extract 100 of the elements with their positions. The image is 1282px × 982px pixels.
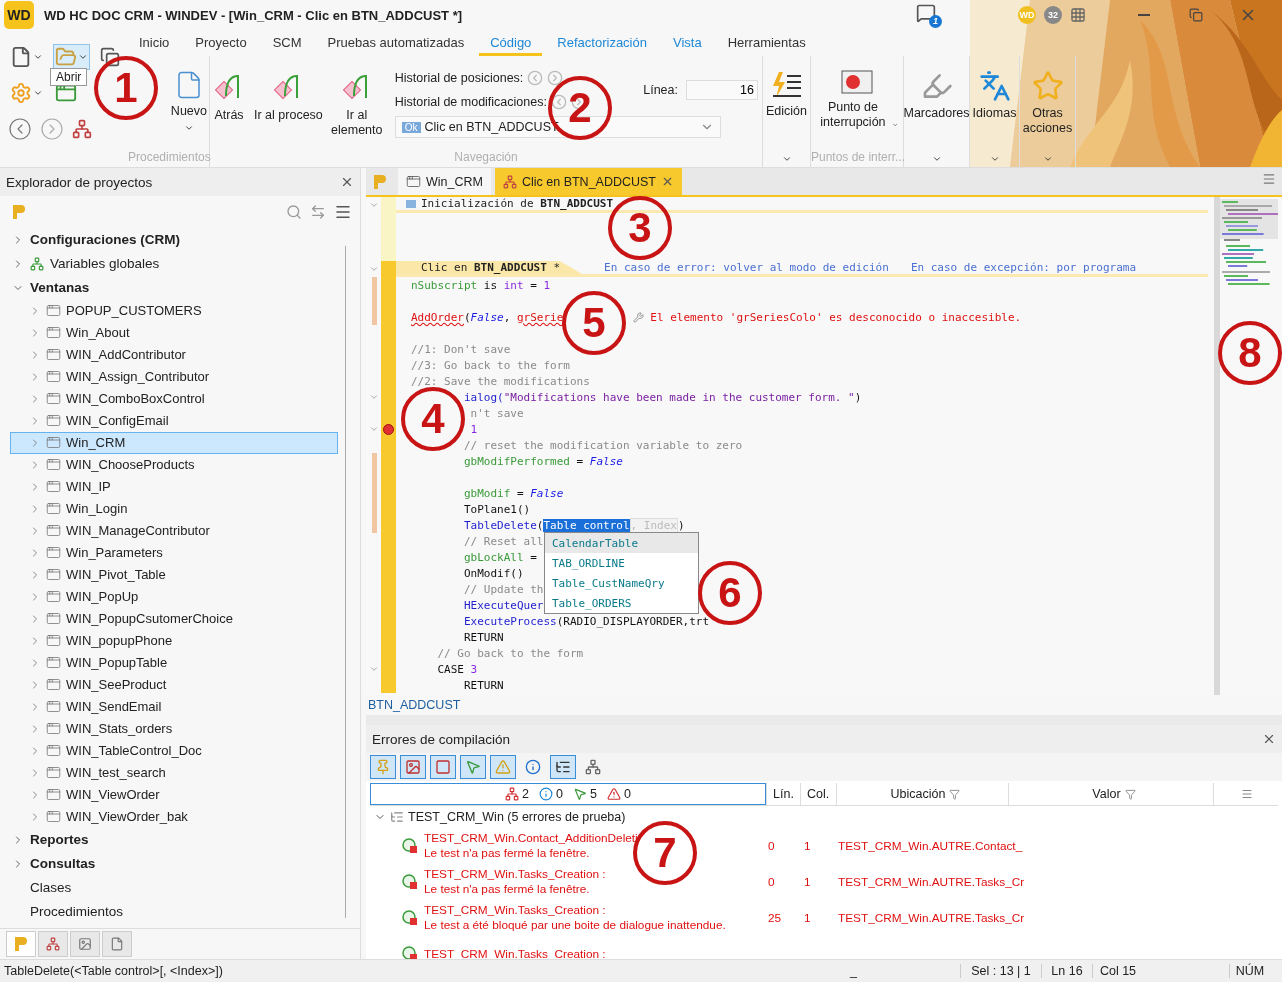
window-item[interactable]: POPUP_CUSTOMERS	[10, 299, 338, 322]
window-item[interactable]: WIN_SendEmail	[10, 695, 338, 718]
caret-icon[interactable]	[781, 154, 792, 164]
window-item[interactable]: WIN_SeeProduct	[10, 673, 338, 696]
fold-icon[interactable]	[368, 424, 379, 434]
tree-item[interactable]: Variables globales	[0, 251, 360, 276]
window-item[interactable]: WIN_ManageContributor	[10, 519, 338, 542]
chat-icon[interactable]	[916, 2, 936, 23]
window-item[interactable]: WIN_ConfigEmail	[10, 409, 338, 432]
callout-number: 5	[562, 291, 626, 355]
filter-icon[interactable]	[1124, 788, 1136, 800]
hierarchy-tab[interactable]	[38, 931, 68, 958]
tree-item[interactable]: Procedimientos	[0, 899, 360, 924]
caret-icon	[183, 123, 194, 133]
caret-icon[interactable]	[931, 154, 942, 164]
counter-filter[interactable]: 2 0 5 0	[370, 783, 766, 805]
tree-item[interactable]: Reportes	[0, 827, 360, 852]
edit-button[interactable]: Edición	[764, 70, 809, 119]
tree-item[interactable]: Clases	[0, 875, 360, 900]
ribbon-tab[interactable]: Vista	[661, 32, 713, 56]
file-tab[interactable]	[102, 931, 132, 958]
ribbon-tab[interactable]: Proyecto	[184, 32, 258, 56]
bookmarks-button[interactable]: Marcadores	[901, 70, 972, 121]
breakpoint-button[interactable]: Punto de interrupción	[814, 70, 900, 130]
line-field[interactable]: 16	[686, 80, 758, 100]
column-header[interactable]: Col.	[807, 787, 830, 801]
navigation-button[interactable]: Ir al elemento	[328, 70, 385, 138]
caret-icon[interactable]	[989, 154, 1000, 164]
window-icon	[46, 523, 61, 539]
fold-icon[interactable]	[368, 264, 379, 274]
fold-icon[interactable]	[368, 200, 379, 210]
window-item[interactable]: Win_CRM	[10, 431, 338, 454]
ribbon-tab[interactable]: Código	[479, 32, 543, 56]
close-icon[interactable]	[340, 175, 354, 189]
window-item[interactable]: WIN_TableControl_Doc	[10, 739, 338, 762]
editor-tab[interactable]: Clic en BTN_ADDCUST	[494, 168, 682, 195]
toolbar-toggle[interactable]	[550, 755, 576, 779]
project-icon[interactable]	[12, 203, 26, 220]
tree-item[interactable]: Consultas	[0, 851, 360, 876]
column-header[interactable]: Valor	[1092, 787, 1121, 801]
ribbon-tab[interactable]: Inicio	[128, 32, 181, 56]
project-icon[interactable]	[373, 173, 387, 190]
editor-tab[interactable]: Win_CRM	[398, 168, 491, 195]
window-item[interactable]: WIN_popupPhone	[10, 629, 338, 652]
fold-icon[interactable]	[368, 392, 379, 402]
column-header[interactable]: Ubicación	[890, 787, 946, 801]
ribbon-tab[interactable]: Refactorización	[546, 32, 658, 56]
window-item[interactable]: Win_Login	[10, 497, 338, 520]
breakpoint-dot[interactable]	[383, 423, 394, 435]
ribbon-tab[interactable]: Pruebas automatizadas	[316, 32, 476, 56]
copy-button[interactable]	[98, 45, 122, 69]
window-item[interactable]: WIN_PopUp	[10, 585, 338, 608]
window-item[interactable]: WIN_Stats_orders	[10, 717, 338, 740]
menu-icon[interactable]	[1240, 788, 1253, 800]
window-item[interactable]: Win_About	[10, 321, 338, 344]
window-item[interactable]: WIN_ComboBoxControl	[10, 387, 338, 410]
hierarchy-icon[interactable]	[72, 119, 92, 139]
window-item[interactable]: WIN_ChooseProducts	[10, 453, 338, 476]
window-item[interactable]: WIN_test_search	[10, 761, 338, 784]
tree-item[interactable]: Configuraciones (CRM)	[0, 227, 360, 252]
navigation-button[interactable]: Atrás	[210, 70, 248, 123]
toolbar-toggle[interactable]	[490, 755, 516, 779]
autocomplete-item[interactable]: CalendarTable	[545, 533, 698, 553]
window-item[interactable]: WIN_AddContributor	[10, 343, 338, 366]
new-button[interactable]: Nuevo	[168, 70, 209, 133]
ribbon-tab[interactable]: SCM	[261, 32, 313, 56]
filter-icon[interactable]	[949, 788, 961, 800]
forward-button[interactable]	[40, 117, 64, 141]
ribbon-tab[interactable]: Herramientas	[716, 32, 817, 56]
swap-icon[interactable]	[310, 203, 326, 220]
window-item[interactable]: WIN_Pivot_Table	[10, 563, 338, 586]
open-button[interactable]	[53, 44, 90, 70]
project-tab[interactable]	[6, 931, 36, 958]
previous-button[interactable]	[550, 94, 567, 110]
window-item[interactable]: WIN_PopupTable	[10, 651, 338, 674]
window-item[interactable]: WIN_PopupCsutomerChoice	[10, 607, 338, 630]
toolbar-toggle[interactable]	[460, 755, 486, 779]
toolbar-toggle[interactable]	[370, 755, 396, 779]
caret-icon[interactable]	[1042, 154, 1053, 164]
image-tab[interactable]	[70, 931, 100, 958]
navigation-button[interactable]: Ir al proceso	[252, 70, 325, 123]
window-item[interactable]: WIN_Assign_Contributor	[10, 365, 338, 388]
close-icon[interactable]	[661, 175, 674, 188]
app-logo: WD	[4, 1, 34, 29]
grid-icon[interactable]	[1070, 7, 1086, 23]
window-item[interactable]: WIN_ViewOrder_bak	[10, 805, 338, 828]
more-actions-button[interactable]: Otras acciones	[1021, 70, 1074, 136]
code-token: gbLockAll	[462, 550, 524, 564]
toolbar-toggle[interactable]	[400, 755, 426, 779]
back-button[interactable]	[8, 117, 32, 141]
toolbar-toggle[interactable]	[430, 755, 456, 779]
tree-item[interactable]: Ventanas	[0, 275, 360, 300]
column-header[interactable]: Lín.	[773, 787, 794, 801]
next-button[interactable]	[547, 70, 564, 86]
window-item[interactable]: WIN_ViewOrder	[10, 783, 338, 806]
window-item[interactable]: WIN_IP	[10, 475, 338, 498]
window-item[interactable]: Win_Parameters	[10, 541, 338, 564]
fold-icon[interactable]	[368, 664, 379, 674]
close-icon[interactable]	[1262, 732, 1276, 746]
search-icon[interactable]	[286, 203, 302, 220]
